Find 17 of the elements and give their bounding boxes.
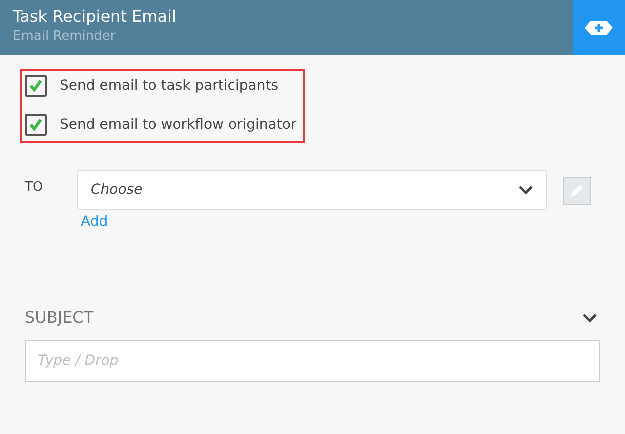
section-label: SUBJECT bbox=[25, 308, 94, 327]
checkbox[interactable] bbox=[25, 114, 47, 136]
check-icon bbox=[29, 79, 43, 93]
checkbox-label: Send email to workflow originator bbox=[60, 117, 297, 133]
plus-icon bbox=[584, 20, 614, 36]
chevron-down-icon bbox=[518, 185, 534, 195]
checkbox[interactable] bbox=[25, 75, 47, 97]
check-icon bbox=[29, 118, 43, 132]
expand-button[interactable] bbox=[582, 312, 598, 322]
recipient-select[interactable]: Choose bbox=[77, 170, 547, 210]
subject-field[interactable]: Type / Drop bbox=[25, 340, 600, 382]
checkbox-label: Send email to task participants bbox=[60, 78, 279, 94]
panel-subtitle: Email Reminder bbox=[13, 29, 117, 44]
add-button[interactable] bbox=[573, 0, 625, 55]
panel-title: Task Recipient Email bbox=[13, 7, 178, 26]
field-label: TO bbox=[25, 179, 44, 197]
pencil-icon bbox=[568, 182, 586, 200]
